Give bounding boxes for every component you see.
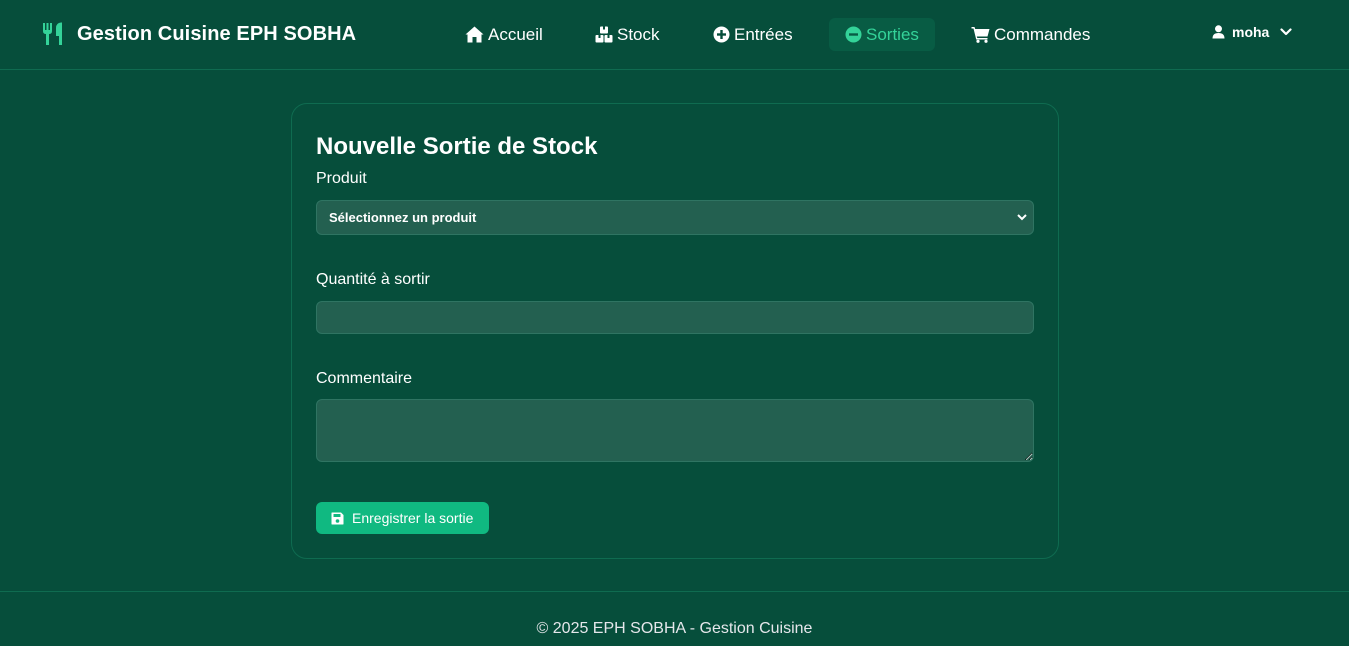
comment-label: Commentaire [316, 370, 413, 387]
save-exit-button[interactable]: Enregistrer la sortie [316, 502, 489, 534]
boxes-icon [595, 26, 613, 43]
product-select[interactable]: Sélectionnez un produit [316, 200, 1034, 235]
cart-icon [971, 27, 990, 43]
comment-textarea[interactable] [316, 399, 1034, 462]
stock-exit-form-card: Nouvelle Sortie de Stock Produit Sélecti… [291, 103, 1059, 559]
quantity-label: Quantité à sortir [316, 271, 430, 288]
form-title: Nouvelle Sortie de Stock [316, 133, 598, 160]
chevron-down-icon [1017, 214, 1027, 221]
nav-accueil[interactable]: Accueil [465, 18, 543, 51]
plus-circle-icon [713, 26, 730, 43]
nav-entrees-label: Entrées [734, 24, 793, 44]
quantity-input[interactable] [316, 301, 1034, 334]
user-name: moha [1232, 24, 1270, 40]
nav-commandes[interactable]: Commandes [971, 18, 1090, 51]
nav-entrees[interactable]: Entrées [713, 18, 793, 51]
minus-circle-icon [845, 26, 862, 43]
footer-copyright: © 2025 EPH SOBHA - Gestion Cuisine [536, 620, 813, 637]
chevron-down-icon [1280, 28, 1292, 36]
brand-title: Gestion Cuisine EPH SOBHA [77, 22, 357, 45]
product-select-value: Sélectionnez un produit [329, 210, 477, 225]
nav-stock-label: Stock [617, 24, 660, 44]
user-icon [1212, 25, 1225, 39]
save-exit-button-label: Enregistrer la sortie [352, 510, 474, 526]
utensils-icon [43, 22, 62, 45]
nav-sorties-label: Sorties [866, 24, 919, 44]
user-menu[interactable]: moha [1212, 24, 1292, 40]
nav-sorties[interactable]: Sorties [829, 18, 935, 51]
save-icon [331, 512, 344, 524]
nav-stock[interactable]: Stock [595, 18, 660, 51]
top-navbar: Gestion Cuisine EPH SOBHA Accueil Stock … [0, 0, 1349, 70]
nav-accueil-label: Accueil [488, 24, 543, 44]
nav-commandes-label: Commandes [994, 24, 1091, 44]
brand[interactable]: Gestion Cuisine EPH SOBHA [42, 22, 356, 46]
footer: © 2025 EPH SOBHA - Gestion Cuisine [0, 591, 1349, 646]
product-label: Produit [316, 170, 367, 187]
home-icon [465, 26, 484, 43]
